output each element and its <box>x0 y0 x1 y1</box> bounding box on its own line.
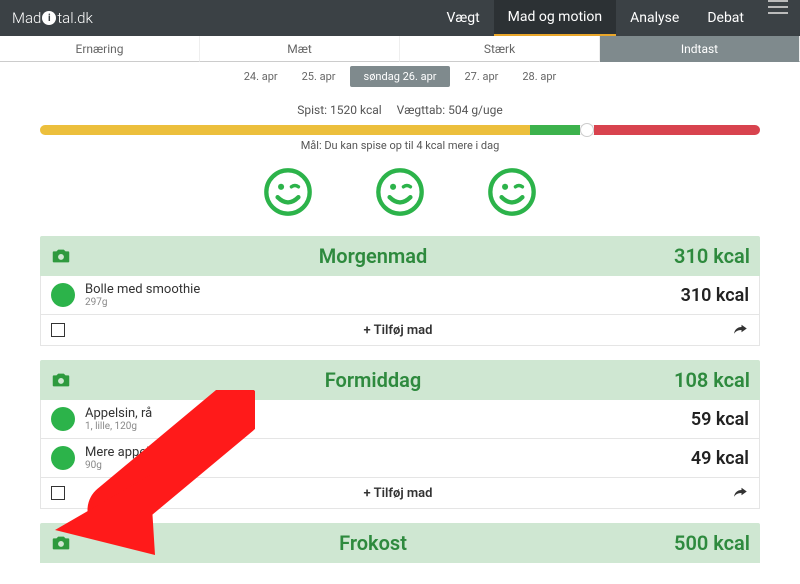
progress-yellow <box>40 125 530 135</box>
brand-logo[interactable]: Mad i tal.dk <box>12 9 432 27</box>
loss-label: Vægttab: 504 g/uge <box>397 103 503 117</box>
camera-icon[interactable] <box>50 369 72 391</box>
subtab-full[interactable]: Mæt <box>200 36 400 62</box>
food-info: Bolle med smoothie 297g <box>85 282 681 308</box>
food-info: Appelsin, rå 1, lille, 120g <box>85 406 691 432</box>
date-bar: 24. apr 25. apr søndag 26. apr 27. apr 2… <box>0 62 800 93</box>
add-food-label: Tilføj mad <box>374 486 433 501</box>
smiley-icon <box>374 166 426 218</box>
food-info: Mere appelsin, rå 90g <box>85 445 691 471</box>
brand-suffix: tal.dk <box>57 9 93 27</box>
food-name: Mere appelsin, rå <box>85 445 691 460</box>
menu-icon[interactable] <box>768 0 788 14</box>
subtabs: Ernæring Mæt Stærk Indtast <box>0 36 800 62</box>
date-1[interactable]: 25. apr <box>292 66 346 87</box>
top-navbar: Mad i tal.dk Vægt Mad og motion Analyse … <box>0 0 800 36</box>
add-food-button[interactable]: + Tilføj mad <box>65 323 731 338</box>
camera-icon[interactable] <box>50 245 72 267</box>
add-food-label: Tilføj mad <box>374 323 433 338</box>
smiley-icon <box>262 166 314 218</box>
select-checkbox[interactable] <box>51 323 65 337</box>
food-kcal: 310 kcal <box>681 285 749 306</box>
food-name: Appelsin, rå <box>85 406 691 421</box>
subtab-input[interactable]: Indtast <box>600 36 800 62</box>
plus-icon: + <box>364 323 371 338</box>
brand-o-icon: i <box>42 11 56 25</box>
meal-action-row: + Tilføj mad <box>40 315 760 346</box>
goal-text: Mål: Du kan spise op til 4 kcal mere i d… <box>0 139 800 152</box>
food-amount: 297g <box>85 297 681 308</box>
nav-food-exercise[interactable]: Mad og motion <box>494 0 617 36</box>
meal-title: Frokost <box>72 531 674 555</box>
meal-title: Morgenmad <box>72 244 674 268</box>
select-checkbox[interactable] <box>51 486 65 500</box>
date-3[interactable]: 27. apr <box>454 66 508 87</box>
meal-kcal: 500 kcal <box>674 531 750 555</box>
progress-red <box>594 125 760 135</box>
smiley-icon <box>486 166 538 218</box>
progress-green <box>530 125 580 135</box>
food-name: Bolle med smoothie <box>85 282 681 297</box>
date-4[interactable]: 28. apr <box>512 66 566 87</box>
meal-kcal: 310 kcal <box>674 244 750 268</box>
share-icon[interactable] <box>731 321 749 339</box>
plus-icon: + <box>364 486 371 501</box>
meal-header-lunch: Frokost 500 kcal <box>40 523 760 563</box>
meal-header-midmorning: Formiddag 108 kcal <box>40 360 760 400</box>
brand-prefix: Mad <box>12 9 41 27</box>
food-color-dot <box>51 407 75 431</box>
meal-title: Formiddag <box>72 368 674 392</box>
nav-debate[interactable]: Debat <box>693 0 758 36</box>
food-amount: 90g <box>85 460 691 471</box>
food-row[interactable]: Appelsin, rå 1, lille, 120g 59 kcal <box>40 400 760 439</box>
food-color-dot <box>51 446 75 470</box>
food-row[interactable]: Bolle med smoothie 297g 310 kcal <box>40 276 760 315</box>
nav-weight[interactable]: Vægt <box>432 0 493 36</box>
subtab-strong[interactable]: Stærk <box>400 36 600 62</box>
food-kcal: 49 kcal <box>691 448 749 469</box>
add-food-button[interactable]: + Tilføj mad <box>65 486 731 501</box>
date-0[interactable]: 24. apr <box>234 66 288 87</box>
subtab-nutrition[interactable]: Ernæring <box>0 36 200 62</box>
camera-icon[interactable] <box>50 532 72 554</box>
meal-header-breakfast: Morgenmad 310 kcal <box>40 236 760 276</box>
stats-text: Spist: 1520 kcal Vægttab: 504 g/uge <box>0 103 800 117</box>
meal-action-row: + Tilføj mad <box>40 478 760 509</box>
food-row[interactable]: Mere appelsin, rå 90g 49 kcal <box>40 439 760 478</box>
share-icon[interactable] <box>731 484 749 502</box>
nav-items: Vægt Mad og motion Analyse Debat <box>432 0 788 36</box>
food-kcal: 59 kcal <box>691 409 749 430</box>
nav-analysis[interactable]: Analyse <box>616 0 693 36</box>
meals-container: Morgenmad 310 kcal Bolle med smoothie 29… <box>40 236 760 563</box>
meal-kcal: 108 kcal <box>674 368 750 392</box>
smileys-row <box>0 166 800 218</box>
food-color-dot <box>51 283 75 307</box>
date-2[interactable]: søndag 26. apr <box>350 66 451 87</box>
calorie-progress <box>40 125 760 135</box>
progress-knob[interactable] <box>580 123 594 137</box>
food-amount: 1, lille, 120g <box>85 421 691 432</box>
eaten-label: Spist: 1520 kcal <box>297 103 381 117</box>
